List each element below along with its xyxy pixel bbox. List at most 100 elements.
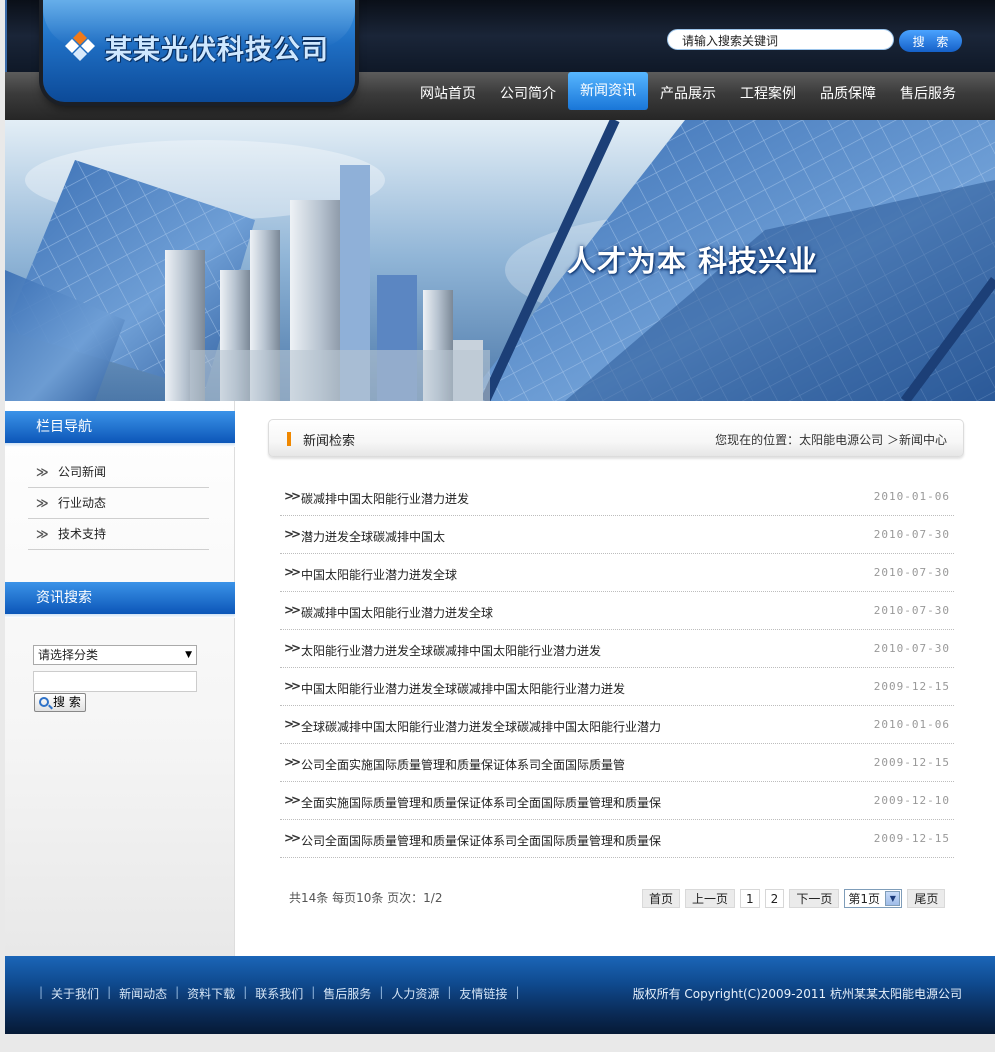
footer-link[interactable]: 新闻动态 (119, 985, 167, 1002)
double-chevron-icon: >> (284, 831, 301, 845)
news-date: 2010-07-30 (873, 528, 950, 541)
news-date: 2010-07-30 (873, 604, 950, 617)
footer-links: | 关于我们 | 新闻动态 | 资料下载 | 联系我们 | 售后服务 | 人力资源 | 友情链接 | (39, 985, 527, 1002)
content-area: 栏目导航 ≫ 公司新闻 ≫ 行业动态 ≫ 技术支持 资讯搜索 请选择分类 ▼ 搜… (5, 401, 995, 956)
double-chevron-icon: >> (284, 603, 301, 617)
keyword-input[interactable] (33, 671, 197, 692)
nav-item-home[interactable]: 网站首页 (408, 72, 488, 120)
news-title-link[interactable]: 碳减排中国太阳能行业潜力迸发 (301, 490, 469, 507)
banner-slogan: 人才为本 科技兴业 (567, 244, 819, 278)
chevron-down-icon: ▼ (885, 891, 901, 906)
main-nav: 网站首页 公司简介 新闻资讯 产品展示 工程案例 品质保障 售后服务 (408, 72, 968, 120)
news-title-link[interactable]: 潜力迸发全球碳减排中国太 (301, 528, 445, 545)
news-list-item[interactable]: >> 全面实施国际质量管理和质量保证体系司全面国际质量管理和质量保 2009-12-… (280, 782, 954, 820)
news-list-item[interactable]: >> 太阳能行业潜力迸发全球碳减排中国太阳能行业潜力迸发 2010-07-30 (280, 630, 954, 668)
news-list-item[interactable]: >> 碳减排中国太阳能行业潜力迸发 2010-01-06 (280, 478, 954, 516)
news-date: 2010-01-06 (873, 490, 950, 503)
sidebar-item-label: 行业动态 (58, 496, 107, 510)
category-select[interactable]: 请选择分类 ▼ (33, 645, 197, 665)
prev-page-button[interactable]: 上一页 (685, 889, 736, 908)
double-chevron-icon: >> (284, 527, 301, 541)
news-list-item[interactable]: >> 中国太阳能行业潜力迸发全球 2010-07-30 (280, 554, 954, 592)
news-title-link[interactable]: 中国太阳能行业潜力迸发全球碳减排中国太阳能行业潜力迸发 (301, 680, 625, 697)
news-list-item[interactable]: >> 全球碳减排中国太阳能行业潜力迸发全球碳减排中国太阳能行业潜力 2010-01-… (280, 706, 954, 744)
nav-item-products[interactable]: 产品展示 (648, 72, 728, 120)
category-select-value: 请选择分类 (38, 648, 99, 662)
logo-panel[interactable]: 某某光伏科技公司 (43, 0, 355, 102)
news-list-item[interactable]: >> 潜力迸发全球碳减排中国太 2010-07-30 (280, 516, 954, 554)
breadcrumb: 您现在的位置：太阳能电源公司 ＞新闻中心 (715, 433, 947, 447)
footer-link[interactable]: 资料下载 (187, 985, 235, 1002)
sidebar-search-title: 资讯搜索 (5, 582, 235, 618)
footer-link[interactable]: 售后服务 (323, 985, 371, 1002)
sidebar-item-industry-news[interactable]: ≫ 行业动态 (28, 488, 209, 519)
news-list: >> 碳减排中国太阳能行业潜力迸发 2010-01-06 >> 潜力迸发全球碳减排中国太… (280, 478, 954, 858)
double-chevron-icon: >> (284, 641, 301, 655)
page-number-1[interactable]: 1 (740, 889, 760, 908)
site-header: 某某光伏科技公司 搜 索 网站首页 公司简介 新闻资讯 产品展示 工程案例 品质… (5, 0, 995, 120)
banner-illustration (5, 120, 995, 401)
header-search-button[interactable]: 搜 索 (899, 30, 962, 52)
title-marker (287, 432, 291, 446)
double-chevron-icon: >> (284, 717, 301, 731)
page-number-2[interactable]: 2 (764, 889, 785, 908)
double-chevron-icon: >> (284, 565, 301, 579)
news-title-link[interactable]: 公司全面国际质量管理和质量保证体系司全面国际质量管理和质量保 (301, 832, 661, 849)
footer-separator: | (243, 985, 248, 999)
news-list-item[interactable]: >> 公司全面实施国际质量管理和质量保证体系司全面国际质量管 2009-12-15 (280, 744, 954, 782)
page-title: 新闻检索 (303, 434, 356, 449)
nav-item-news[interactable]: 新闻资讯 (568, 72, 648, 110)
sidebar-nav-title: 栏目导航 (5, 411, 235, 447)
site-footer: | 关于我们 | 新闻动态 | 资料下载 | 联系我们 | 售后服务 | 人力资源 | 友情链接 | 版权所… (5, 956, 995, 1034)
search-icon (39, 697, 49, 707)
news-date: 2009-12-15 (873, 832, 950, 845)
news-date: 2009-12-15 (873, 680, 950, 693)
news-title-link[interactable]: 太阳能行业潜力迸发全球碳减排中国太阳能行业潜力迸发 (301, 642, 601, 659)
sidebar-search-button[interactable]: 搜 索 (34, 693, 86, 712)
footer-link[interactable]: 联系我们 (255, 985, 303, 1002)
footer-separator: | (379, 985, 384, 999)
chevron-down-icon: ▼ (185, 650, 192, 660)
footer-separator: | (39, 985, 44, 999)
news-list-item[interactable]: >> 碳减排中国太阳能行业潜力迸发全球 2010-07-30 (280, 592, 954, 630)
sidebar-item-tech-support[interactable]: ≫ 技术支持 (28, 519, 209, 550)
nav-item-service[interactable]: 售后服务 (888, 72, 968, 120)
news-date: 2009-12-15 (873, 756, 950, 769)
page-select-value: 第1页 (848, 892, 880, 906)
double-chevron-icon: >> (284, 679, 301, 693)
next-page-button[interactable]: 下一页 (789, 889, 840, 908)
news-date: 2010-07-30 (873, 566, 950, 579)
footer-separator: | (447, 985, 452, 999)
sidebar: 栏目导航 ≫ 公司新闻 ≫ 行业动态 ≫ 技术支持 资讯搜索 请选择分类 ▼ 搜… (5, 401, 235, 956)
footer-link[interactable]: 友情链接 (459, 985, 507, 1002)
main-header: 新闻检索 您现在的位置：太阳能电源公司 ＞新闻中心 (268, 419, 964, 457)
news-title-link[interactable]: 公司全面实施国际质量管理和质量保证体系司全面国际质量管 (301, 756, 625, 773)
logo-text: 某某光伏科技公司 (105, 35, 329, 66)
pagination: 首页 上一页 1 2 下一页 第1页 ▼ 尾页 (642, 889, 946, 908)
news-title-link[interactable]: 全球碳减排中国太阳能行业潜力迸发全球碳减排中国太阳能行业潜力 (301, 718, 661, 735)
first-page-button[interactable]: 首页 (642, 889, 681, 908)
double-chevron-icon: >> (284, 489, 301, 503)
footer-link[interactable]: 人力资源 (391, 985, 439, 1002)
news-title-link[interactable]: 中国太阳能行业潜力迸发全球 (301, 566, 457, 583)
news-list-item[interactable]: >> 中国太阳能行业潜力迸发全球碳减排中国太阳能行业潜力迸发 2009-12-15 (280, 668, 954, 706)
double-chevron-icon: >> (284, 793, 301, 807)
page-select[interactable]: 第1页 ▼ (844, 889, 903, 908)
logo-diamond-icon (65, 31, 95, 61)
nav-item-quality[interactable]: 品质保障 (808, 72, 888, 120)
sidebar-search-button-label: 搜 索 (53, 695, 81, 709)
footer-separator: | (311, 985, 316, 999)
sidebar-item-company-news[interactable]: ≫ 公司新闻 (28, 457, 209, 488)
footer-link[interactable]: 关于我们 (51, 985, 99, 1002)
last-page-button[interactable]: 尾页 (907, 889, 946, 908)
news-title-link[interactable]: 全面实施国际质量管理和质量保证体系司全面国际质量管理和质量保 (301, 794, 661, 811)
nav-item-cases[interactable]: 工程案例 (728, 72, 808, 120)
news-list-item[interactable]: >> 公司全面国际质量管理和质量保证体系司全面国际质量管理和质量保 2009-12-… (280, 820, 954, 858)
header-search-input[interactable] (667, 29, 894, 50)
nav-item-about[interactable]: 公司简介 (488, 72, 568, 120)
news-title-link[interactable]: 碳减排中国太阳能行业潜力迸发全球 (301, 604, 493, 621)
chevron-right-icon: ≫ (36, 496, 49, 510)
sidebar-item-label: 技术支持 (58, 527, 107, 541)
page-info: 共14条 每页10条 页次：1/2 (289, 891, 443, 905)
double-chevron-icon: >> (284, 755, 301, 769)
